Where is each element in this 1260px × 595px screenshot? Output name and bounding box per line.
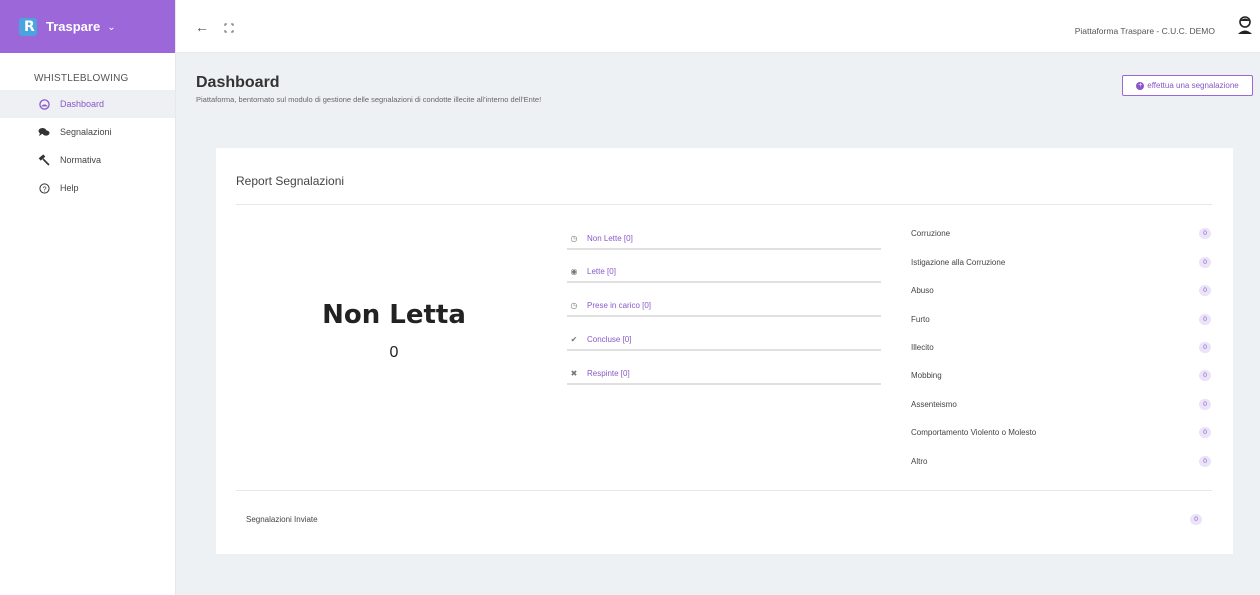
- new-report-button-label: effettua una segnalazione: [1147, 81, 1239, 90]
- brand-header[interactable]: R Traspare ⌄: [0, 0, 175, 53]
- sidebar-item-help[interactable]: ? Help: [0, 174, 175, 202]
- clock-icon: ◷: [570, 300, 578, 310]
- sent-reports-label: Segnalazioni Inviate: [246, 515, 318, 524]
- sidebar-item-normativa[interactable]: Normativa: [0, 146, 175, 174]
- highlight-status-count: 0: [389, 344, 399, 361]
- category-count-badge: 0: [1199, 369, 1211, 381]
- category-count-badge: 0: [1199, 227, 1211, 239]
- check-icon: ✔: [570, 334, 578, 344]
- svg-text:?: ?: [42, 184, 46, 193]
- report-card-title: Report Segnalazioni: [236, 174, 345, 188]
- category-name: Abuso: [911, 285, 934, 295]
- sidebar-item-label: Dashboard: [60, 99, 105, 109]
- help-icon: ?: [38, 182, 50, 194]
- sidebar-item-dashboard[interactable]: Dashboard: [0, 90, 175, 118]
- category-count-badge: 0: [1199, 341, 1211, 353]
- divider: [236, 204, 1212, 205]
- new-report-button[interactable]: + effettua una segnalazione: [1122, 75, 1253, 96]
- sidebar-item-label: Segnalazioni: [60, 127, 112, 137]
- sidebar-item-label: Help: [60, 183, 79, 193]
- clock-icon: ◷: [570, 233, 578, 243]
- category-name: Comportamento Violento o Molesto: [911, 427, 1037, 437]
- category-count-badge: 0: [1199, 256, 1211, 268]
- fullscreen-icon[interactable]: [224, 20, 234, 33]
- sidebar-item-label: Normativa: [60, 155, 102, 165]
- sent-reports-count-badge: 0: [1190, 514, 1202, 525]
- sidebar-item-segnalazioni[interactable]: Segnalazioni: [0, 118, 175, 146]
- status-label: Lette [0]: [587, 266, 616, 276]
- app-root: R Traspare ⌄ WHISTLEBLOWING Dashboard Se…: [0, 0, 1260, 595]
- brand-name: Traspare: [46, 19, 101, 34]
- divider: [236, 490, 1212, 491]
- status-label: Concluse [0]: [587, 334, 632, 344]
- category-name: Furto: [911, 314, 930, 324]
- category-name: Mobbing: [911, 370, 942, 380]
- gavel-icon: [38, 154, 50, 166]
- category-row[interactable]: Illecito 0: [911, 340, 1211, 354]
- category-row[interactable]: Assenteismo 0: [911, 397, 1211, 411]
- topbar: ← Piattaforma Traspare - C.U.C. DEMO: [176, 0, 1260, 53]
- plus-circle-icon: +: [1136, 81, 1145, 90]
- chevron-down-icon: ⌄: [107, 22, 116, 33]
- platform-user-label[interactable]: Piattaforma Traspare - C.U.C. DEMO: [1075, 26, 1215, 36]
- status-label: Non Lette [0]: [587, 233, 633, 243]
- category-count-badge: 0: [1199, 455, 1211, 467]
- highlight-status-label: Non Letta: [322, 300, 466, 330]
- sidebar: R Traspare ⌄ WHISTLEBLOWING Dashboard Se…: [0, 0, 176, 595]
- category-count-badge: 0: [1199, 284, 1211, 296]
- category-name: Assenteismo: [911, 399, 957, 409]
- sidebar-section-title: WHISTLEBLOWING: [34, 73, 129, 84]
- brand-logo: R: [19, 17, 37, 36]
- status-label: Respinte [0]: [587, 368, 630, 378]
- eye-icon: ◉: [570, 266, 578, 276]
- category-row[interactable]: Comportamento Violento o Molesto 0: [911, 425, 1211, 439]
- category-row[interactable]: Istigazione alla Corruzione 0: [911, 255, 1211, 269]
- status-lette[interactable]: ◉ Lette [0]: [567, 261, 881, 283]
- category-row[interactable]: Altro 0: [911, 454, 1211, 468]
- category-count-badge: 0: [1199, 313, 1211, 325]
- report-card: Report Segnalazioni Non Letta 0 ◷ Non Le…: [216, 148, 1233, 554]
- category-row[interactable]: Furto 0: [911, 312, 1211, 326]
- avatar-icon[interactable]: [1236, 15, 1254, 35]
- page-subtitle: Piattaforma, bentornato sul modulo di ge…: [196, 95, 542, 104]
- status-non-lette[interactable]: ◷ Non Lette [0]: [567, 228, 881, 250]
- status-prese-in-carico[interactable]: ◷ Prese in carico [0]: [567, 295, 881, 317]
- category-name: Corruzione: [911, 228, 951, 238]
- category-row[interactable]: Mobbing 0: [911, 368, 1211, 382]
- page-title: Dashboard: [196, 74, 280, 91]
- category-row[interactable]: Corruzione 0: [911, 226, 1211, 240]
- category-name: Istigazione alla Corruzione: [911, 257, 1006, 267]
- category-count-badge: 0: [1199, 426, 1211, 438]
- comments-icon: [38, 126, 50, 138]
- category-count-badge: 0: [1199, 398, 1211, 410]
- back-arrow-icon[interactable]: ←: [195, 19, 209, 35]
- status-label: Prese in carico [0]: [587, 300, 652, 310]
- status-concluse[interactable]: ✔ Concluse [0]: [567, 329, 881, 351]
- times-icon: ✖: [570, 368, 578, 378]
- category-row[interactable]: Abuso 0: [911, 283, 1211, 297]
- category-name: Illecito: [911, 342, 934, 352]
- brand-logo-letter: R: [24, 18, 35, 35]
- category-name: Altro: [911, 456, 928, 466]
- dashboard-icon: [38, 98, 50, 110]
- status-respinte[interactable]: ✖ Respinte [0]: [567, 363, 881, 385]
